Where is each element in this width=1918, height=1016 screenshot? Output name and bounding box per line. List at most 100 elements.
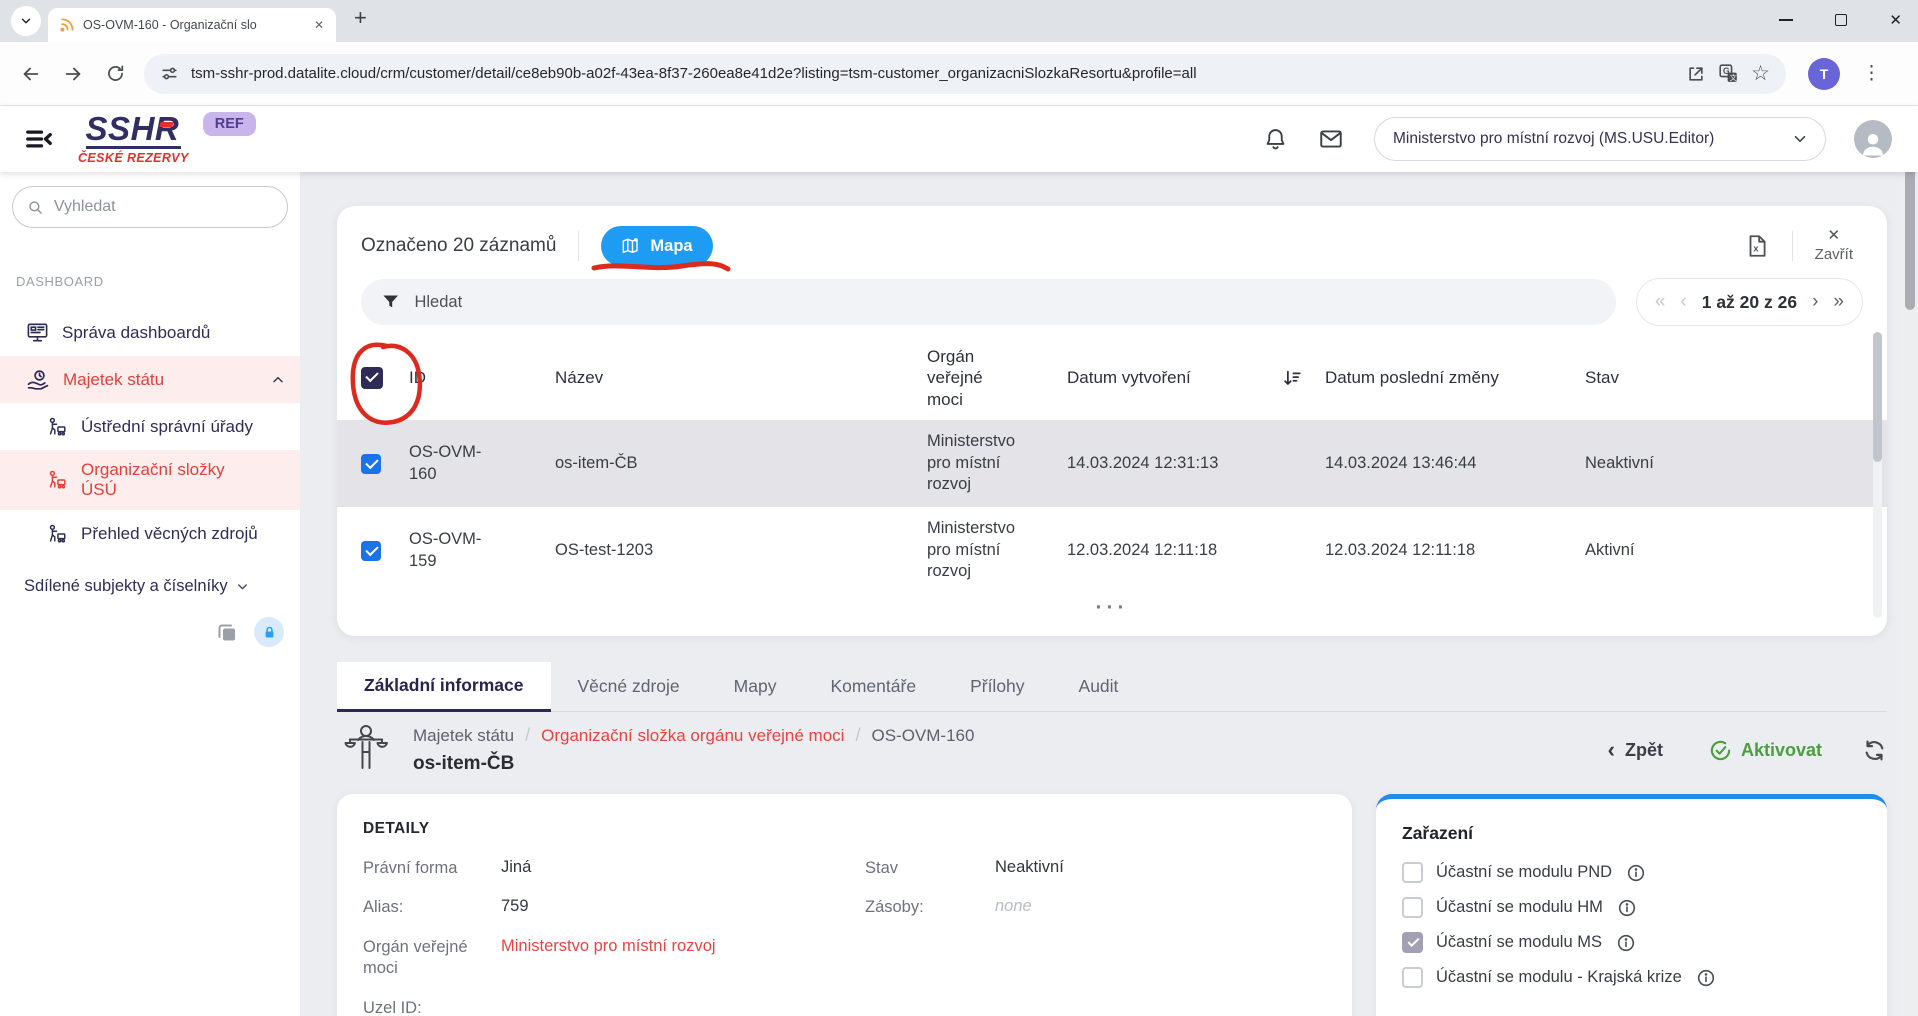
sort-descending-icon[interactable] xyxy=(1281,367,1325,389)
pagination-next-icon[interactable]: › xyxy=(1812,291,1818,313)
tab-vecne-zdroje[interactable]: Věcné zdroje xyxy=(551,662,707,711)
back-button[interactable] xyxy=(14,57,48,91)
back-button[interactable]: ‹ Zpět xyxy=(1608,739,1663,761)
info-icon[interactable] xyxy=(1627,864,1645,882)
breadcrumb-item[interactable]: Organizační složka orgánu veřejné moci xyxy=(541,726,844,746)
module-hm-checkbox[interactable] xyxy=(1402,897,1423,918)
notifications-bell-button[interactable] xyxy=(1263,127,1288,152)
breadcrumb-item[interactable]: OS-OVM-160 xyxy=(871,726,974,746)
window-controls: ✕ xyxy=(1779,0,1902,40)
info-icon[interactable] xyxy=(1697,969,1715,987)
row-checkbox[interactable] xyxy=(361,541,381,561)
page-scrollbar[interactable] xyxy=(1902,106,1918,1016)
browser-tab[interactable]: OS-OVM-160 - Organizační slo ✕ xyxy=(48,8,336,42)
tab-prilohy[interactable]: Přílohy xyxy=(943,662,1051,711)
detail-panels: DETAILY Právní forma Jiná Stav Neaktivní… xyxy=(337,794,1887,1016)
forward-arrow-icon xyxy=(62,63,84,85)
close-listing-button[interactable]: ✕ Zavřít xyxy=(1815,227,1853,265)
tab-search-chevron-button[interactable] xyxy=(11,6,41,36)
sidebar-item-organizacni-slozky-usu[interactable]: Organizační složky ÚSÚ xyxy=(0,450,300,510)
pagination-prev-icon[interactable]: ‹ xyxy=(1680,291,1686,313)
tab-close-icon[interactable]: ✕ xyxy=(312,18,326,32)
cell-nazev: os-item-ČB xyxy=(555,453,927,474)
export-excel-button[interactable]: x xyxy=(1744,233,1770,259)
field-label: Orgán veřejné moci xyxy=(363,937,489,980)
tab-audit[interactable]: Audit xyxy=(1052,662,1146,711)
pagination-first-icon[interactable]: « xyxy=(1655,291,1666,313)
more-rows-indicator[interactable]: ··· xyxy=(337,594,1887,628)
sidebar-item-majetek-statu[interactable]: Majetek státu xyxy=(0,356,300,403)
reload-button[interactable] xyxy=(98,57,132,91)
lock-button[interactable] xyxy=(254,617,284,647)
column-header-id[interactable]: ID xyxy=(409,368,555,388)
site-settings-tune-icon[interactable] xyxy=(160,64,179,83)
open-in-new-icon[interactable] xyxy=(1686,64,1706,84)
window-minimize-icon[interactable] xyxy=(1779,19,1793,21)
tab-mapy[interactable]: Mapy xyxy=(707,662,804,711)
column-header-organ[interactable]: Orgán veřejné moci xyxy=(927,346,1067,410)
sshr-logo[interactable]: SSHR ČESKÉ REZERVY xyxy=(78,113,189,164)
breadcrumb-item[interactable]: Majetek státu xyxy=(413,726,514,746)
records-table: ID Název Orgán veřejné moci Datum vytvoř… xyxy=(337,336,1887,628)
translate-icon[interactable]: G文 xyxy=(1718,63,1739,84)
module-krajska-krize-checkbox[interactable] xyxy=(1402,967,1423,988)
table-scrollbar[interactable] xyxy=(1873,332,1882,618)
bookmark-star-icon[interactable]: ☆ xyxy=(1751,63,1770,84)
info-icon[interactable] xyxy=(1618,899,1636,917)
tab-zakladni-informace[interactable]: Základní informace xyxy=(337,662,551,712)
close-icon: ✕ xyxy=(1828,227,1841,246)
logo-text: SSHR xyxy=(86,113,182,148)
field-value: 759 xyxy=(501,897,853,916)
column-header-datum-posledni-zmeny[interactable]: Datum poslední změny xyxy=(1325,368,1585,388)
address-bar[interactable]: tsm-sshr-prod.datalite.cloud/crm/custome… xyxy=(144,54,1786,94)
context-role-select[interactable]: Ministerstvo pro místní rozvoj (MS.USU.E… xyxy=(1374,117,1826,161)
column-header-datum-vytvoreni[interactable]: Datum vytvoření xyxy=(1067,368,1281,388)
person-cart-icon xyxy=(46,416,68,438)
messages-button[interactable] xyxy=(1318,126,1344,152)
module-ms-checkbox[interactable] xyxy=(1402,932,1423,953)
forward-button[interactable] xyxy=(56,57,90,91)
info-icon[interactable] xyxy=(1617,934,1635,952)
window-maximize-icon[interactable] xyxy=(1835,14,1847,26)
tab-komentare[interactable]: Komentáře xyxy=(803,662,943,711)
window-close-icon[interactable]: ✕ xyxy=(1889,13,1902,28)
sidebar-item-sdilene-subjekty[interactable]: Sdílené subjekty a číselníky xyxy=(0,571,300,601)
column-header-nazev[interactable]: Název xyxy=(555,368,927,388)
cell-datum-posledni-zmeny: 14.03.2024 13:46:44 xyxy=(1325,453,1585,474)
table-search[interactable] xyxy=(361,279,1616,325)
field-value-link[interactable]: Ministerstvo pro místní rozvoj xyxy=(501,937,853,956)
column-header-stav[interactable]: Stav xyxy=(1585,368,1863,388)
pagination: « ‹ 1 až 20 z 26 › » xyxy=(1636,278,1863,326)
activate-button[interactable]: Aktivovat xyxy=(1709,739,1822,762)
browser-menu-kebab-icon[interactable]: ⋮ xyxy=(1862,62,1881,85)
sidebar-item-prehled-vecnych-zdroju[interactable]: Přehled věcných zdrojů xyxy=(0,510,300,557)
chevron-up-icon[interactable] xyxy=(270,372,286,388)
sidebar-item-label: Přehled věcných zdrojů xyxy=(81,524,258,544)
sidebar-item-label: Majetek státu xyxy=(63,370,164,390)
select-all-checkbox[interactable] xyxy=(361,367,383,389)
row-checkbox[interactable] xyxy=(361,454,381,474)
layers-copy-icon[interactable] xyxy=(215,620,239,644)
divider xyxy=(1792,231,1793,261)
module-option-ms: Účastní se modulu MS xyxy=(1402,932,1861,953)
map-button[interactable]: Mapa xyxy=(601,226,712,266)
sidebar-item-ustredni-spravni-urady[interactable]: Ústřední správní úřady xyxy=(0,403,300,450)
sidebar-search-input[interactable] xyxy=(54,198,273,216)
new-tab-button[interactable]: + xyxy=(354,7,367,35)
url-text[interactable]: tsm-sshr-prod.datalite.cloud/crm/custome… xyxy=(191,65,1674,82)
pagination-last-icon[interactable]: » xyxy=(1833,291,1844,313)
chevron-down-icon xyxy=(19,14,33,28)
user-avatar[interactable] xyxy=(1854,120,1892,158)
app-header: SSHR ČESKÉ REZERVY REF Ministerstvo pro … xyxy=(0,106,1918,172)
sidebar-search[interactable] xyxy=(12,186,288,228)
module-option-pnd: Účastní se modulu PND xyxy=(1402,862,1861,883)
browser-profile-avatar[interactable]: T xyxy=(1808,58,1840,90)
table-scrollbar-thumb[interactable] xyxy=(1873,332,1882,462)
sidebar-item-sprava-dashboardu[interactable]: Správa dashboardů xyxy=(0,309,300,356)
table-search-input[interactable] xyxy=(414,293,1595,312)
table-row[interactable]: OS-OVM-159 OS-test-1203 Ministerstvo pro… xyxy=(337,507,1887,594)
table-row[interactable]: OS-OVM-160 os-item-ČB Ministerstvo pro m… xyxy=(337,420,1887,507)
refresh-button[interactable] xyxy=(1862,738,1887,763)
module-pnd-checkbox[interactable] xyxy=(1402,862,1423,883)
sidebar-collapse-button[interactable] xyxy=(24,124,54,154)
